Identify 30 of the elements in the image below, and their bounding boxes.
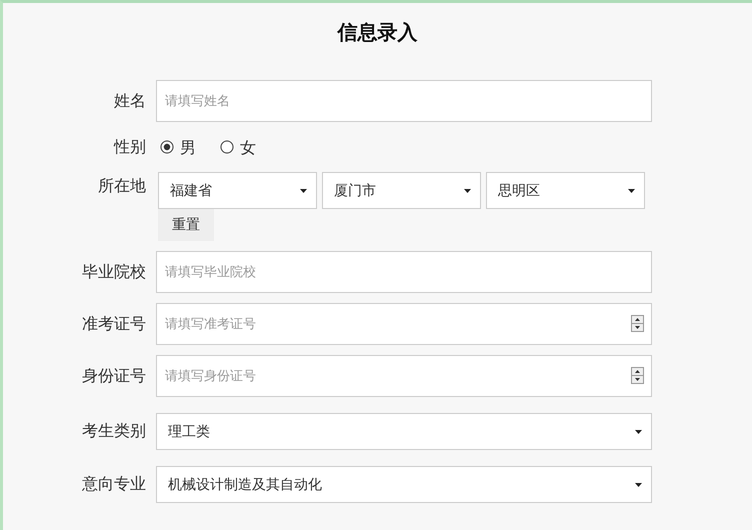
dropdown[interactable]: 思明区 — [486, 172, 645, 209]
input-field[interactable]: 请填写毕业院校 — [156, 251, 652, 293]
caret-icon — [635, 482, 642, 486]
dropdown[interactable]: 厦门市 — [322, 172, 481, 209]
input-field[interactable]: 请填写姓名 — [156, 80, 652, 122]
caret-icon — [300, 188, 307, 192]
field-label: 所在地 — [97, 175, 147, 197]
field-label: 准考证号 — [81, 314, 147, 334]
field-label: 身份证号 — [81, 366, 147, 386]
caret-icon — [464, 188, 471, 192]
caret-icon — [635, 430, 642, 434]
caret-icon — [628, 188, 635, 192]
radio-button[interactable] — [220, 140, 234, 154]
spinner-icon[interactable] — [631, 367, 644, 384]
field-label: 意向专业 — [81, 474, 147, 495]
radio-label: 男 — [180, 138, 196, 159]
field-label: 姓名 — [113, 90, 147, 112]
field-label: 性别 — [112, 136, 147, 158]
dropdown[interactable]: 理工类 — [156, 413, 652, 450]
field-label: 毕业院校 — [81, 262, 147, 282]
radio-label: 女 — [240, 138, 256, 159]
spinner-icon[interactable] — [631, 315, 644, 332]
field-label: 考生类别 — [81, 421, 147, 442]
input-field[interactable]: 请填写身份证号 — [156, 355, 652, 397]
dropdown[interactable]: 机械设计制造及其自动化 — [156, 466, 652, 503]
form-title: 信息录入 — [336, 19, 418, 46]
radio-button[interactable] — [160, 140, 174, 154]
input-field[interactable]: 请填写准考证号 — [156, 303, 652, 345]
reset-button[interactable]: 重置 — [158, 209, 214, 241]
dropdown[interactable]: 福建省 — [158, 172, 317, 209]
